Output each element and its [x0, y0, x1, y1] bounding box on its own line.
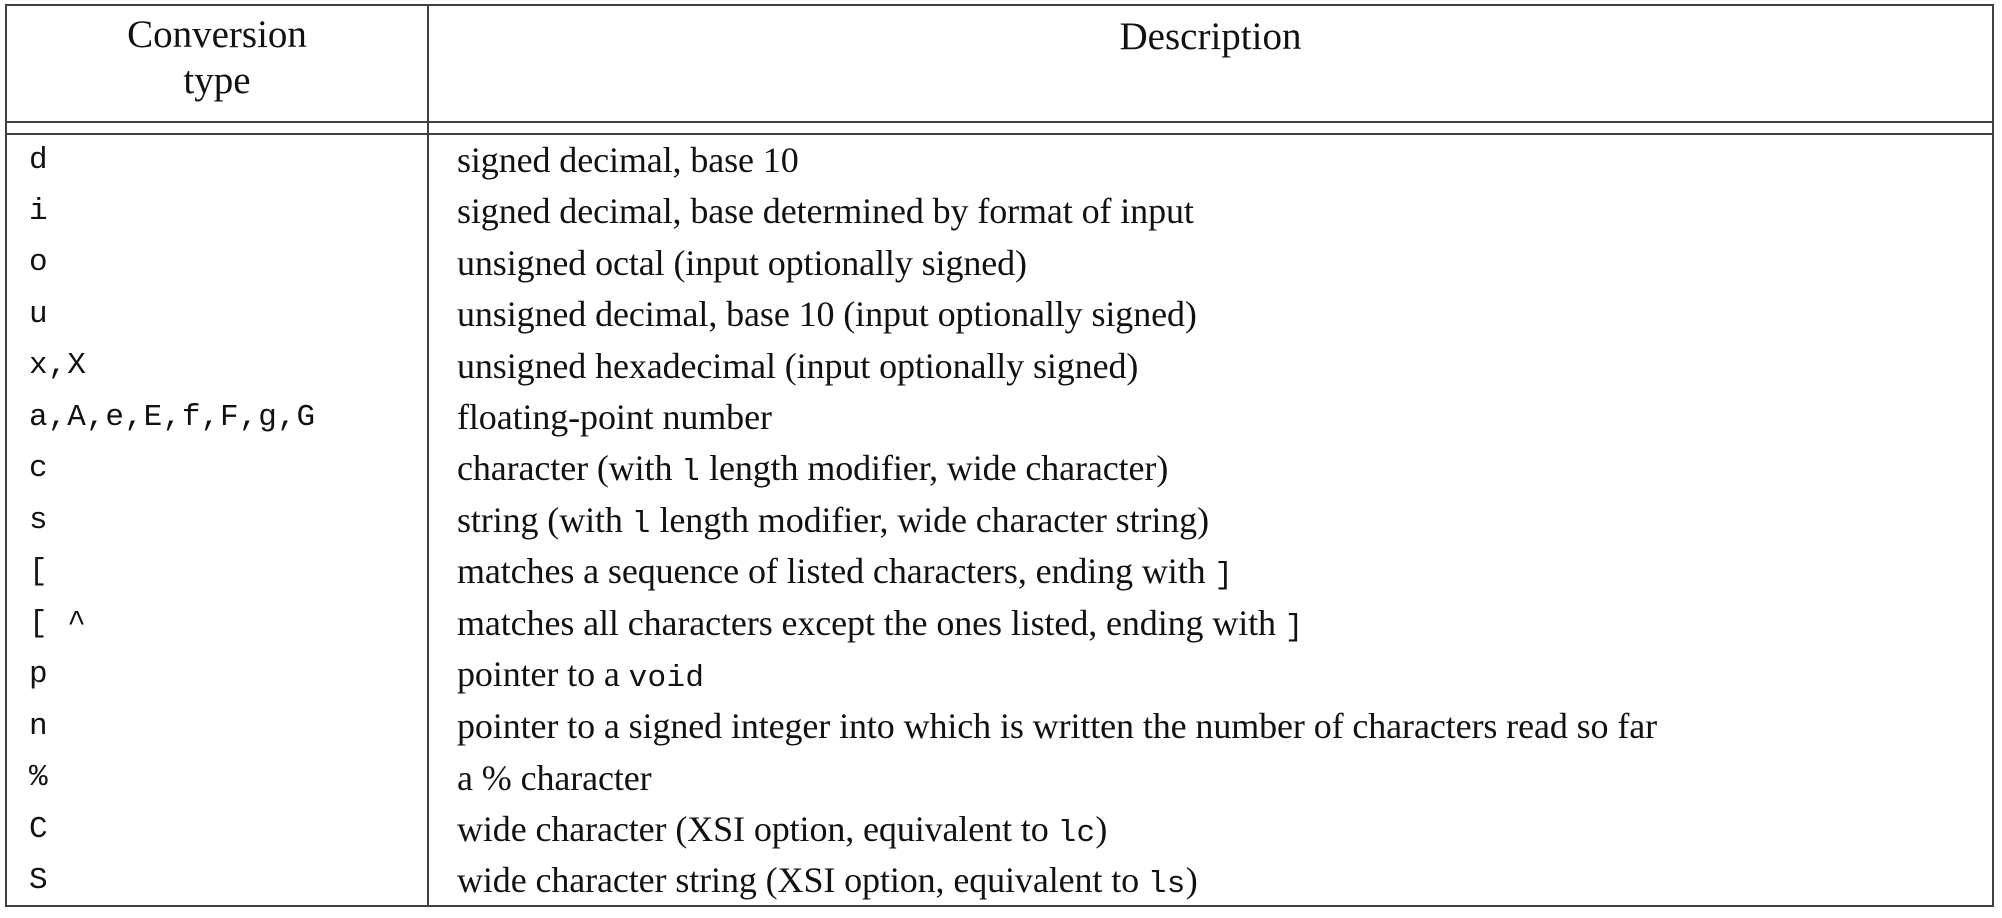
cell-conversion-type: o	[7, 237, 429, 289]
description-text-fragment: )	[1095, 808, 1108, 849]
cell-conversion-type: a,A,e,E,f,F,g,G	[7, 391, 429, 443]
cell-conversion-type: S	[7, 855, 429, 907]
table-row: a,A,e,E,f,F,g,G floating-point number	[7, 391, 1992, 444]
column-header-conversion-type-line1: Conversion	[127, 13, 307, 56]
column-header-conversion-type-line2: type	[183, 58, 251, 102]
table-row: s string (with l length modifier, wide ch…	[7, 494, 1992, 547]
cell-conversion-type: C	[7, 803, 429, 855]
table-row: Swide character string (XSI option, equi…	[7, 855, 1992, 907]
cell-conversion-type: s	[7, 494, 429, 546]
conversion-type-table: Conversion type Description d signed deci…	[7, 6, 1992, 907]
table-row: % a % character	[7, 752, 1992, 804]
table-row: [ matches a sequence of listed characters…	[7, 546, 1992, 598]
description-code-fragment: l	[681, 455, 701, 491]
description-text-fragment: )	[1185, 860, 1198, 901]
table-body: d signed decimal, base 10 i signed decimal,…	[7, 121, 1992, 907]
description-code-fragment: ]	[1214, 558, 1234, 594]
cell-description: unsigned decimal, base 10 (input optiona…	[428, 289, 1992, 341]
table-row: d signed decimal, base 10	[7, 134, 1992, 186]
cell-conversion-type: u	[7, 288, 429, 340]
cell-description: matches a sequence of listed characters,…	[428, 546, 1992, 598]
description-text-fragment: signed decimal, base determined by forma…	[457, 191, 1194, 232]
cell-description: string (with l length modifier, wide cha…	[428, 495, 1992, 547]
description-text-fragment: unsigned octal (input optionally signed)	[457, 242, 1027, 283]
cell-conversion-type: %	[7, 752, 429, 804]
cell-description: wide character (XSI option, equivalent t…	[428, 804, 1992, 856]
description-text-fragment: signed decimal, base 10	[457, 140, 799, 181]
table-row: x,X unsigned hexadecimal (input optionall…	[7, 340, 1992, 392]
description-text-fragment: unsigned hexadecimal (input optionally s…	[457, 345, 1139, 386]
cell-conversion-type: n	[7, 700, 429, 752]
cell-description: pointer to a void	[428, 649, 1992, 701]
cell-description: pointer to a signed integer into which i…	[428, 701, 1992, 753]
description-code-fragment: ls	[1147, 867, 1186, 903]
cell-description: wide character string (XSI option, equiv…	[428, 855, 1992, 907]
header-rule-right	[428, 121, 1992, 135]
cell-description: unsigned octal (input optionally signed)	[428, 237, 1992, 289]
cell-description: floating-point number	[428, 392, 1992, 444]
cell-conversion-type: d	[7, 134, 429, 186]
table-row: Cwide character (XSI option, equivalent …	[7, 803, 1992, 856]
table-row: c character (with l length modifier, wide…	[7, 443, 1992, 495]
cell-conversion-type: [ ^	[7, 597, 429, 649]
description-text-fragment: character (with	[457, 448, 682, 489]
description-text-fragment: wide character string (XSI option, equiv…	[457, 860, 1148, 901]
cell-description: signed decimal, base 10	[428, 134, 1992, 186]
cell-description: signed decimal, base determined by forma…	[428, 186, 1992, 238]
cell-conversion-type: x,X	[7, 340, 429, 392]
table-row: i signed decimal, base determined by form…	[7, 185, 1992, 238]
description-text-fragment: matches all characters except the ones l…	[457, 602, 1285, 643]
description-text-fragment: pointer to a signed integer into which i…	[457, 706, 1657, 747]
cell-conversion-type: i	[7, 185, 429, 237]
description-text-fragment: length modifier, wide character string)	[650, 499, 1210, 540]
cell-description: matches all characters except the ones l…	[428, 598, 1992, 650]
description-code-fragment: ]	[1284, 609, 1304, 645]
table-row: n pointer to a signed integer into which …	[7, 700, 1992, 753]
description-code-fragment: void	[628, 661, 705, 697]
column-header-description: Description	[428, 6, 1992, 122]
description-code-fragment: l	[631, 506, 651, 542]
table-header: Conversion type Description	[7, 6, 1992, 122]
table-row: u unsigned decimal, base 10 (input option…	[7, 288, 1992, 341]
description-text-fragment: unsigned decimal, base 10 (input optiona…	[457, 294, 1197, 335]
cell-conversion-type: c	[7, 443, 429, 495]
cell-description: unsigned hexadecimal (input optionally s…	[428, 340, 1992, 392]
header-rule-left	[7, 121, 429, 135]
table-header-row: Conversion type Description	[7, 6, 1992, 122]
column-header-description-label: Description	[1119, 15, 1302, 58]
description-text-fragment: floating-point number	[457, 397, 772, 438]
conversion-type-table-container: Conversion type Description d signed deci…	[5, 4, 1994, 907]
table-row: [ ^ matches all characters except the one…	[7, 597, 1992, 650]
cell-conversion-type: [	[7, 546, 429, 598]
cell-description: character (with l length modifier, wide …	[428, 443, 1992, 495]
header-double-rule	[7, 121, 1992, 135]
table-row: o unsigned octal (input optionally signed…	[7, 237, 1992, 289]
description-text-fragment: wide character (XSI option, equivalent t…	[457, 808, 1058, 849]
description-code-fragment: lc	[1057, 815, 1096, 851]
description-text-fragment: matches a sequence of listed characters,…	[457, 551, 1215, 592]
table-row: p pointer to a void	[7, 649, 1992, 701]
cell-conversion-type: p	[7, 649, 429, 701]
column-header-conversion-type: Conversion type	[7, 6, 429, 122]
description-text-fragment: a % character	[457, 757, 652, 798]
description-text-fragment: string (with	[457, 499, 632, 540]
description-text-fragment: pointer to a	[457, 654, 629, 695]
cell-description: a % character	[428, 752, 1992, 804]
description-text-fragment: length modifier, wide character)	[700, 448, 1169, 489]
